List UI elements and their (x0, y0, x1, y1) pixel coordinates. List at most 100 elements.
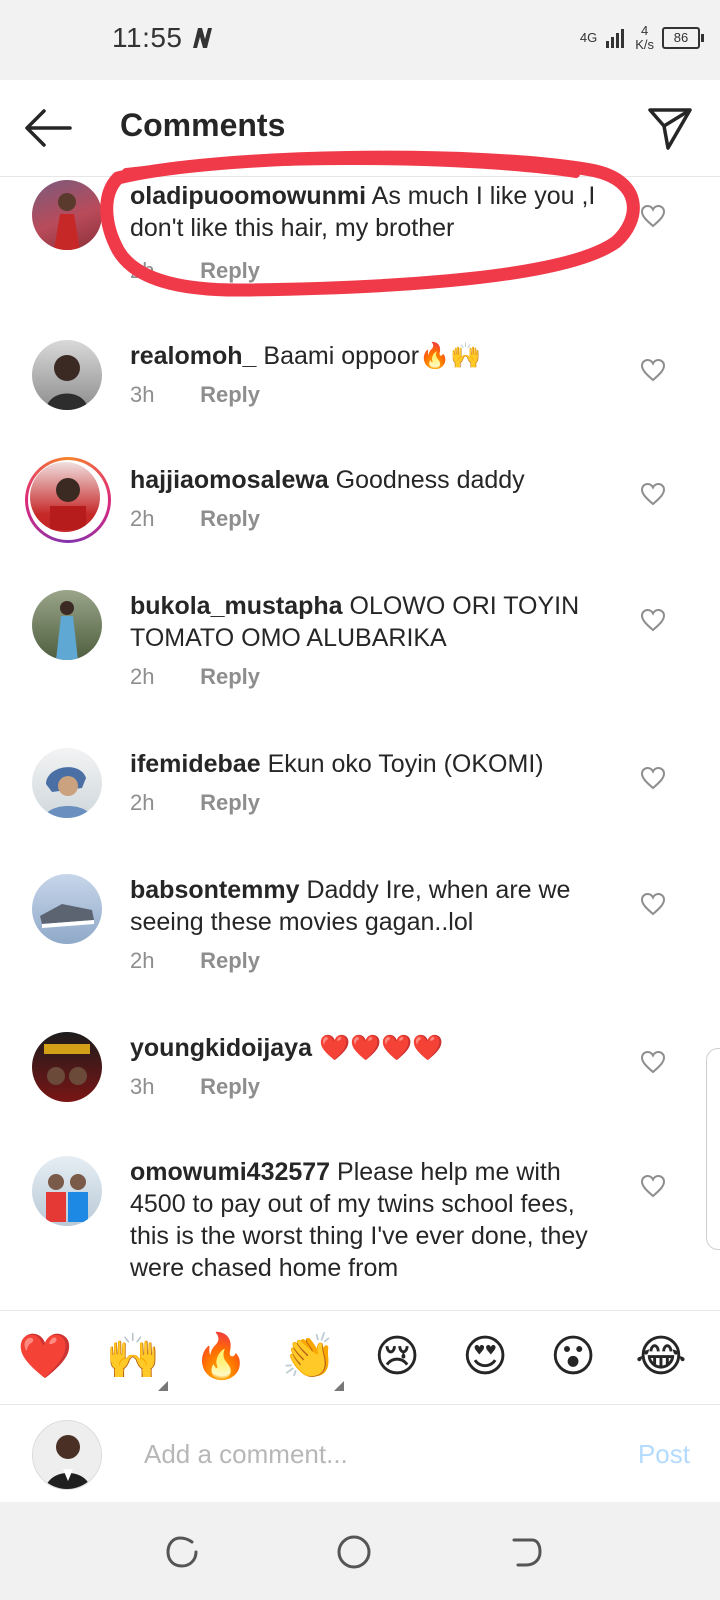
comment-meta: 2h Reply (130, 790, 260, 816)
comment-body: Baami oppoor🔥🙌 (263, 342, 482, 370)
back-nav-icon[interactable] (506, 1532, 546, 1572)
comment-text: babsontemmy Daddy Ire, when are we seein… (130, 874, 620, 938)
skin-tone-indicator (334, 1381, 344, 1391)
comment-meta: 3h Reply (130, 1074, 260, 1100)
comment-meta: 2h Reply (130, 506, 260, 532)
reply-button[interactable]: Reply (200, 790, 260, 815)
comment-body: Goodness daddy (335, 466, 525, 494)
battery-level: 86 (673, 30, 689, 45)
avatar-image (46, 355, 88, 410)
header: Comments (0, 80, 720, 177)
avatar-image (40, 904, 94, 928)
emoji-quick-bar: ❤️ 🙌 🔥 👏 😢 😍 😮 😂 (0, 1310, 720, 1405)
comment-time: 3h (130, 382, 155, 407)
system-navigation-bar (0, 1502, 720, 1600)
heart-icon[interactable] (640, 892, 666, 916)
network-label: 4G (580, 31, 597, 45)
avatar (30, 462, 100, 532)
emoji-heart[interactable]: ❤️ (15, 1329, 75, 1385)
reply-button[interactable]: Reply (200, 506, 260, 531)
avatar[interactable] (32, 180, 102, 250)
post-button[interactable]: Post (638, 1439, 690, 1470)
avatar-image (50, 478, 86, 530)
reply-button[interactable]: Reply (200, 258, 260, 283)
heart-icon[interactable] (640, 204, 666, 228)
avatar[interactable] (32, 748, 102, 818)
comment-username[interactable]: ifemidebae (130, 750, 261, 778)
comments-list[interactable]: oladipuoomowunmi As much I like you ,I d… (0, 176, 720, 1310)
comment-text: ifemidebae Ekun oko Toyin (OKOMI) (130, 748, 620, 780)
comment-body: ❤️❤️❤️❤️ (318, 1034, 444, 1062)
comment-text: hajjiaomosalewa Goodness daddy (130, 464, 620, 496)
comment-time: 2h (130, 506, 155, 531)
speed-unit: K/s (635, 37, 654, 52)
heart-icon[interactable] (640, 358, 666, 382)
avatar-image (44, 767, 92, 818)
avatar[interactable] (32, 1032, 102, 1102)
comment-input[interactable] (142, 1431, 596, 1477)
heart-icon[interactable] (640, 766, 666, 790)
comment-time: 2h (130, 790, 155, 815)
emoji-surprised-face[interactable]: 😮 (543, 1329, 603, 1385)
heart-icon[interactable] (640, 1050, 666, 1074)
comment-text: omowumi432577 Please help me with 4500 t… (130, 1156, 620, 1284)
reply-button[interactable]: Reply (200, 948, 260, 973)
page-title: Comments (120, 107, 286, 143)
avatar-image (56, 601, 78, 660)
status-time: 11:55 (112, 22, 183, 53)
story-ring[interactable] (25, 457, 111, 543)
avatar[interactable] (32, 340, 102, 410)
home-icon[interactable] (334, 1532, 374, 1572)
emoji-laughing-face[interactable]: 😂 (631, 1329, 691, 1385)
n-logo-icon (193, 28, 212, 48)
comment-text: oladipuoomowunmi As much I like you ,I d… (130, 180, 620, 244)
signal-icon (606, 29, 625, 48)
status-right: 4G 4 K/s 86 (580, 24, 704, 52)
reply-button[interactable]: Reply (200, 382, 260, 407)
comment-time: 2h (130, 258, 155, 283)
comment-time: 3h (130, 1074, 155, 1099)
avatar[interactable] (32, 874, 102, 944)
comment-composer: Post (0, 1404, 720, 1503)
heart-icon[interactable] (640, 608, 666, 632)
comment-username[interactable]: oladipuoomowunmi (130, 182, 366, 210)
emoji-clapping-hands[interactable]: 👏 (279, 1329, 339, 1385)
emoji-heart-eyes[interactable]: 😍 (455, 1329, 515, 1385)
comment-time: 2h (130, 664, 155, 689)
recent-apps-icon[interactable] (162, 1532, 202, 1572)
emoji-crying-face[interactable]: 😢 (367, 1329, 427, 1385)
avatar-image (54, 193, 80, 250)
emoji-raised-hands[interactable]: 🙌 (103, 1329, 163, 1385)
comment-username[interactable]: realomoh_ (130, 342, 256, 370)
reply-button[interactable]: Reply (200, 664, 260, 689)
reply-button[interactable]: Reply (200, 1074, 260, 1099)
status-bar: 11:55 4G 4 K/s 86 (0, 0, 720, 80)
heart-icon[interactable] (640, 482, 666, 506)
direct-share-icon[interactable] (646, 104, 694, 152)
side-panel-handle[interactable] (706, 1048, 720, 1250)
battery-icon: 86 (662, 27, 704, 49)
speed-indicator: 4 K/s (635, 24, 654, 52)
comment-meta: 3h Reply (130, 382, 260, 408)
comment-username[interactable]: omowumi432577 (130, 1158, 330, 1186)
emoji-fire[interactable]: 🔥 (191, 1329, 251, 1385)
speed-value: 4 (640, 23, 649, 38)
avatar[interactable] (32, 1156, 102, 1226)
back-arrow-icon[interactable] (22, 106, 74, 150)
comment-text: youngkidoijaya ❤️❤️❤️❤️ (130, 1032, 620, 1064)
comment-text: realomoh_ Baami oppoor🔥🙌 (130, 340, 620, 372)
comment-meta: 2h Reply (130, 948, 260, 974)
comment-username[interactable]: youngkidoijaya (130, 1034, 312, 1062)
avatar-image (44, 1044, 90, 1085)
comment-time: 2h (130, 948, 155, 973)
comment-username[interactable]: babsontemmy (130, 876, 299, 904)
network-type: 4G (579, 30, 598, 45)
heart-icon[interactable] (640, 1174, 666, 1198)
comment-body: Ekun oko Toyin (OKOMI) (267, 750, 544, 778)
comment-meta: 2h Reply (130, 664, 260, 690)
comment-username[interactable]: hajjiaomosalewa (130, 466, 329, 494)
comment-meta: 2h Reply (130, 258, 260, 284)
skin-tone-indicator (158, 1381, 168, 1391)
comment-username[interactable]: bukola_mustapha (130, 592, 343, 620)
avatar[interactable] (32, 590, 102, 660)
